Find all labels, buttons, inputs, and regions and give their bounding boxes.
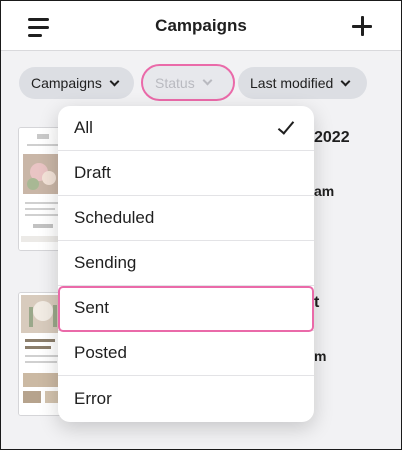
- status-option-scheduled[interactable]: Scheduled: [58, 196, 314, 241]
- status-option-label: Error: [74, 388, 112, 408]
- status-dropdown-menu: All Draft Scheduled Sending Sent Posted …: [58, 106, 314, 422]
- checkmark-icon: [277, 117, 295, 135]
- status-option-error[interactable]: Error: [58, 376, 314, 421]
- status-option-draft[interactable]: Draft: [58, 151, 314, 196]
- status-option-label: Draft: [74, 163, 111, 182]
- header-bar: Campaigns: [1, 1, 401, 51]
- campaign-title: t: [314, 294, 320, 311]
- app-frame: Campaigns Campaigns Status Last modified: [0, 0, 402, 450]
- status-option-all[interactable]: All: [58, 106, 314, 151]
- status-option-label: Sending: [74, 253, 137, 272]
- chevron-down-icon: [340, 76, 351, 86]
- campaigns-filter-label: Campaigns: [31, 75, 102, 91]
- campaign-time: m: [314, 348, 327, 364]
- page-title: Campaigns: [155, 16, 247, 35]
- status-option-label: Posted: [74, 343, 127, 362]
- add-campaign-button[interactable]: [351, 15, 373, 37]
- campaign-time: am: [314, 183, 335, 199]
- campaigns-filter-chip[interactable]: Campaigns: [19, 67, 134, 99]
- chevron-down-icon: [202, 75, 213, 86]
- status-option-posted[interactable]: Posted: [58, 331, 314, 376]
- last-modified-filter-label: Last modified: [250, 75, 334, 91]
- status-option-label: Sent: [74, 298, 109, 317]
- status-filter-label: Status: [155, 74, 195, 91]
- status-option-sent[interactable]: Sent: [58, 286, 314, 331]
- campaign-title: 2022: [314, 129, 350, 146]
- status-option-sending[interactable]: Sending: [58, 241, 314, 286]
- chevron-down-icon: [109, 76, 120, 86]
- status-option-label: Scheduled: [74, 208, 155, 227]
- status-filter-chip[interactable]: Status: [141, 64, 235, 101]
- last-modified-filter-chip[interactable]: Last modified: [238, 67, 367, 99]
- status-option-label: All: [74, 118, 93, 137]
